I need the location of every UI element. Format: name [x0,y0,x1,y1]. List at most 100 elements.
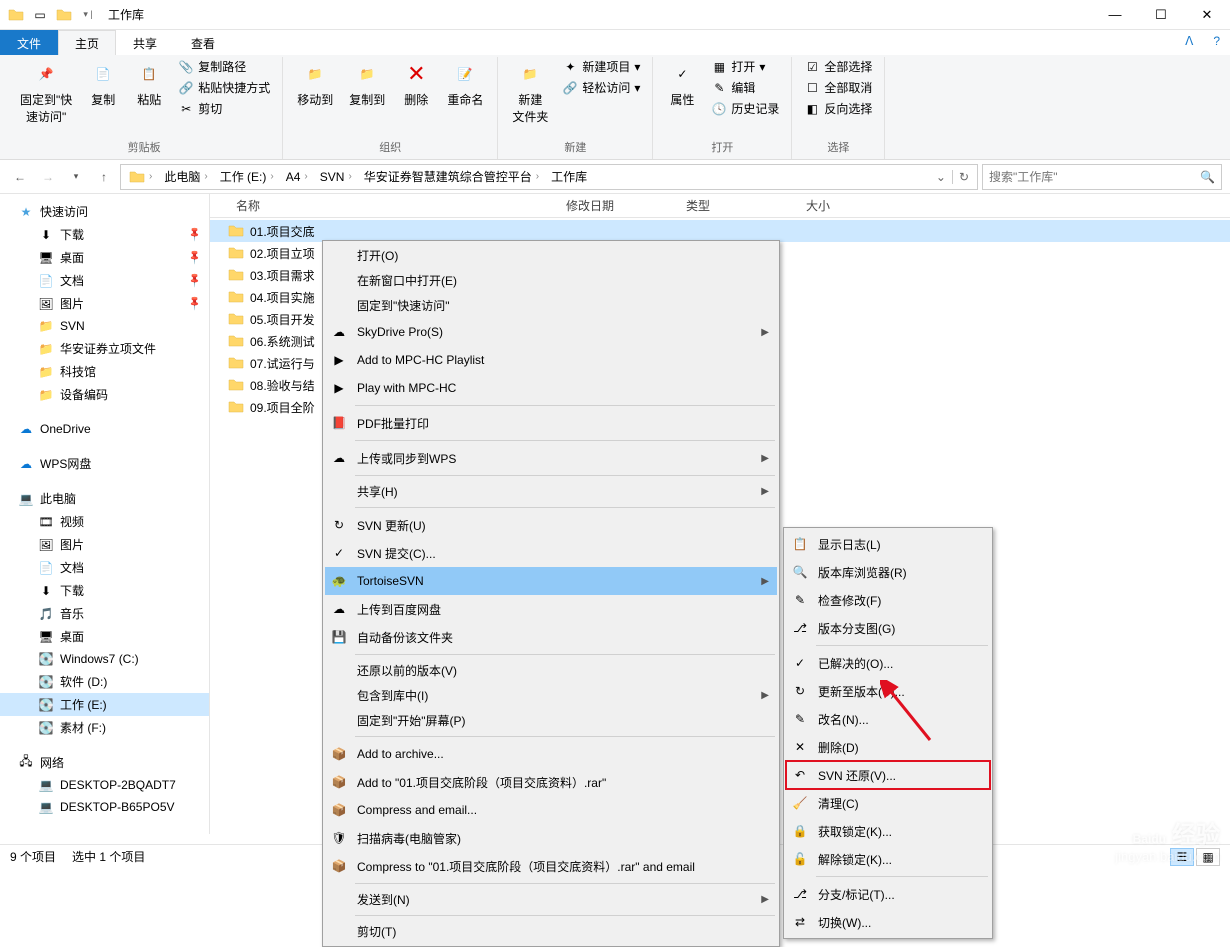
new-folder-button[interactable]: 📁新建 文件夹 [506,57,554,127]
menu-item[interactable]: 还原以前的版本(V) [325,658,777,683]
menu-item[interactable]: ⎇版本分支图(G) [786,614,990,642]
menu-item[interactable]: ⇄切换(W)... [786,908,990,936]
menu-item[interactable]: ✎改名(N)... [786,705,990,733]
recent-dropdown[interactable]: ▾ [64,165,88,189]
qat-folder-icon[interactable] [55,6,73,24]
bc-drive[interactable]: 工作 (E:)› [214,165,280,189]
close-button[interactable]: ✕ [1184,1,1230,29]
menu-item[interactable]: 🧹清理(C) [786,789,990,817]
sidebar-item[interactable]: 📄文档 [0,556,209,579]
bc-worklib[interactable]: 工作库 [545,165,593,189]
invert-selection-button[interactable]: ◧反向选择 [800,99,876,118]
menu-item[interactable]: 📋显示日志(L) [786,530,990,558]
up-button[interactable]: ↑ [92,165,116,189]
menu-item[interactable]: 固定到"开始"屏幕(P) [325,708,777,733]
sidebar-onedrive[interactable]: ☁OneDrive [0,418,209,440]
pin-quick-access-button[interactable]: 📌固定到"快 速访问" [14,57,78,127]
new-item-button[interactable]: ✦新建项目 ▾ [558,57,644,76]
refresh-icon[interactable]: ↻ [952,170,975,184]
menu-item[interactable]: ▶Play with MPC-HC [325,374,777,402]
sidebar-item[interactable]: ⬇下载 [0,579,209,602]
menu-item[interactable]: 在新窗口中打开(E) [325,268,777,293]
menu-item[interactable]: ↻SVN 更新(U) [325,511,777,539]
menu-item[interactable]: ☁上传或同步到WPS▶ [325,444,777,472]
properties-button[interactable]: ✓属性 [661,57,703,110]
menu-item[interactable]: 共享(H)▶ [325,479,777,504]
menu-item[interactable]: 固定到"快速访问" [325,293,777,318]
details-view-button[interactable]: ☰ [1170,848,1194,866]
breadcrumb[interactable]: › 此电脑› 工作 (E:)› A4› SVN› 华安证券智慧建筑综合管控平台›… [120,164,978,190]
menu-item[interactable]: 📦Compress to "01.项目交底阶段（项目交底资料）.rar" and… [325,852,777,880]
open-button[interactable]: ▦打开 ▾ [707,57,783,76]
search-box[interactable]: 🔍 [982,164,1222,190]
sidebar-item[interactable]: 📁华安证券立项文件 [0,337,209,360]
menu-item[interactable]: 📦Add to "01.项目交底阶段（项目交底资料）.rar" [325,768,777,796]
move-to-button[interactable]: 📁移动到 [291,57,339,110]
sidebar-wps[interactable]: ☁WPS网盘 [0,452,209,475]
bc-svn[interactable]: SVN› [314,165,358,189]
sidebar-item[interactable]: 🖥桌面 [0,625,209,648]
tab-view[interactable]: 查看 [174,30,232,55]
menu-item[interactable]: ↶SVN 还原(V)... [786,761,990,789]
sidebar-item[interactable]: 🎞视频 [0,510,209,533]
file-row[interactable]: 01.项目交底 [210,220,1230,242]
sidebar-quick-access[interactable]: ★快速访问 [0,200,209,223]
menu-item[interactable]: 包含到库中(I)▶ [325,683,777,708]
history-button[interactable]: 🕓历史记录 [707,99,783,118]
menu-item[interactable]: ☁上传到百度网盘 [325,595,777,623]
menu-item[interactable]: 🛡扫描病毒(电脑管家) [325,824,777,852]
menu-item[interactable]: ☁SkyDrive Pro(S)▶ [325,318,777,346]
sidebar-item[interactable]: 📁科技馆 [0,360,209,383]
menu-item[interactable]: ↻更新至版本(U)... [786,677,990,705]
search-icon[interactable]: 🔍 [1200,170,1215,184]
cut-button[interactable]: ✂剪切 [174,99,274,118]
sidebar-item[interactable]: 🖼图片📌 [0,292,209,315]
bc-dropdown-icon[interactable]: ⌄ [930,170,952,184]
menu-item[interactable]: 打开(O) [325,243,777,268]
menu-item[interactable]: 📕PDF批量打印 [325,409,777,437]
tab-home[interactable]: 主页 [58,30,116,55]
copy-path-button[interactable]: 📎复制路径 [174,57,274,76]
menu-item[interactable]: ⎇分支/标记(T)... [786,880,990,908]
menu-item[interactable]: 🐢TortoiseSVN▶ [325,567,777,595]
qat-dropdown-icon[interactable]: ▾ | [79,6,97,24]
copy-to-button[interactable]: 📁复制到 [343,57,391,110]
menu-item[interactable]: 🔓解除锁定(K)... [786,845,990,873]
edit-button[interactable]: ✎编辑 [707,78,783,97]
menu-item[interactable]: 发送到(N)▶ [325,887,777,912]
tab-file[interactable]: 文件 [0,30,58,55]
menu-item[interactable]: ✓SVN 提交(C)... [325,539,777,567]
sidebar-item[interactable]: 💻DESKTOP-B65PO5V [0,796,209,818]
maximize-button[interactable]: ☐ [1138,1,1184,29]
sidebar-thispc[interactable]: 💻此电脑 [0,487,209,510]
delete-button[interactable]: ✕删除 [395,57,437,110]
menu-item[interactable]: ✓已解决的(O)... [786,649,990,677]
sidebar-item[interactable]: 🖥桌面📌 [0,246,209,269]
sidebar-item[interactable]: 🎵音乐 [0,602,209,625]
sidebar-item[interactable]: 📁SVN [0,315,209,337]
select-all-button[interactable]: ☑全部选择 [800,57,876,76]
minimize-button[interactable]: — [1092,1,1138,29]
qat-prop-icon[interactable]: ▭ [31,6,49,24]
bc-project[interactable]: 华安证券智慧建筑综合管控平台› [358,165,545,189]
menu-item[interactable]: 🔍版本库浏览器(R) [786,558,990,586]
sidebar-item[interactable]: 💽Windows7 (C:) [0,648,209,670]
menu-item[interactable]: 💾自动备份该文件夹 [325,623,777,651]
menu-item[interactable]: ▶Add to MPC-HC Playlist [325,346,777,374]
forward-button[interactable]: → [36,165,60,189]
sidebar-item[interactable]: 💽素材 (F:) [0,716,209,739]
paste-button[interactable]: 📋粘贴 [128,57,170,110]
select-none-button[interactable]: ☐全部取消 [800,78,876,97]
paste-shortcut-button[interactable]: 🔗粘贴快捷方式 [174,78,274,97]
sidebar-item[interactable]: 💽工作 (E:) [0,693,209,716]
menu-item[interactable]: 📦Compress and email... [325,796,777,824]
menu-item[interactable]: ✎检查修改(F) [786,586,990,614]
sidebar-item[interactable]: 📄文档📌 [0,269,209,292]
copy-button[interactable]: 📄复制 [82,57,124,110]
bc-thispc[interactable]: 此电脑› [158,165,213,189]
easy-access-button[interactable]: 🔗轻松访问 ▾ [558,78,644,97]
icons-view-button[interactable]: ▦ [1196,848,1220,866]
rename-button[interactable]: 📝重命名 [441,57,489,110]
col-size[interactable]: 大小 [798,197,878,214]
sidebar-item[interactable]: ⬇下载📌 [0,223,209,246]
